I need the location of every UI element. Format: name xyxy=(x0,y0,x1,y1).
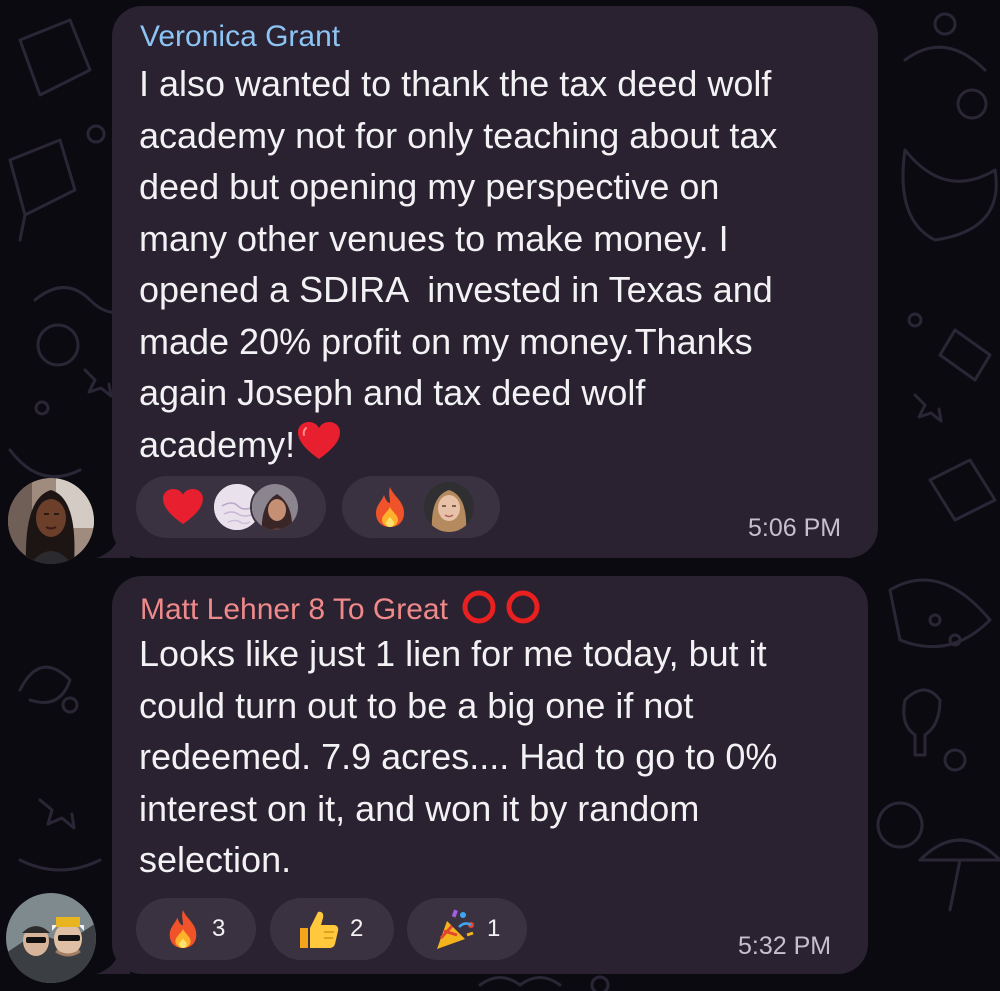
message-text-content: I also wanted to thank the tax deed wolf… xyxy=(139,63,778,465)
message-timestamp: 5:32 PM xyxy=(738,932,832,960)
fire-icon xyxy=(164,908,202,950)
message-bubble[interactable]: Matt Lehner 8 To Great Looks like just 1… xyxy=(96,576,868,974)
red-double-circle-icon xyxy=(460,590,546,632)
reaction-party-popper[interactable]: 1 xyxy=(407,898,527,960)
thumbs-up-icon xyxy=(296,908,340,950)
message-bubble[interactable]: Veronica Grant I also wanted to thank th… xyxy=(96,6,878,558)
fire-icon xyxy=(370,485,410,529)
reaction-count: 1 xyxy=(487,915,501,942)
bubble-tail xyxy=(96,948,130,974)
message-text: Looks like just 1 lien for me today, but… xyxy=(139,633,778,880)
heart-emoji xyxy=(297,421,341,475)
reaction-heart[interactable] xyxy=(136,476,326,538)
reaction-thumbs-up[interactable]: 2 xyxy=(270,898,394,960)
red-heart-icon xyxy=(162,488,204,526)
reaction-fire[interactable]: 3 xyxy=(136,898,256,960)
reactor-avatar-woman-dark-hair xyxy=(250,482,300,532)
sender-name[interactable]: Veronica Grant xyxy=(140,20,340,54)
message-text: I also wanted to thank the tax deed wolf… xyxy=(139,58,859,474)
reactor-avatar-woman-blonde xyxy=(424,482,474,532)
sender-avatar-matt[interactable] xyxy=(6,893,96,983)
reaction-count: 3 xyxy=(212,915,226,942)
sender-name-text: Matt Lehner 8 To Great xyxy=(140,593,448,626)
message-timestamp: 5:06 PM xyxy=(748,514,842,542)
party-popper-icon xyxy=(433,907,477,951)
reaction-count: 2 xyxy=(350,915,364,942)
reaction-fire[interactable] xyxy=(342,476,500,538)
sender-avatar-veronica[interactable] xyxy=(8,478,94,564)
bubble-tail xyxy=(96,532,130,558)
sender-name[interactable]: Matt Lehner 8 To Great xyxy=(140,590,546,632)
